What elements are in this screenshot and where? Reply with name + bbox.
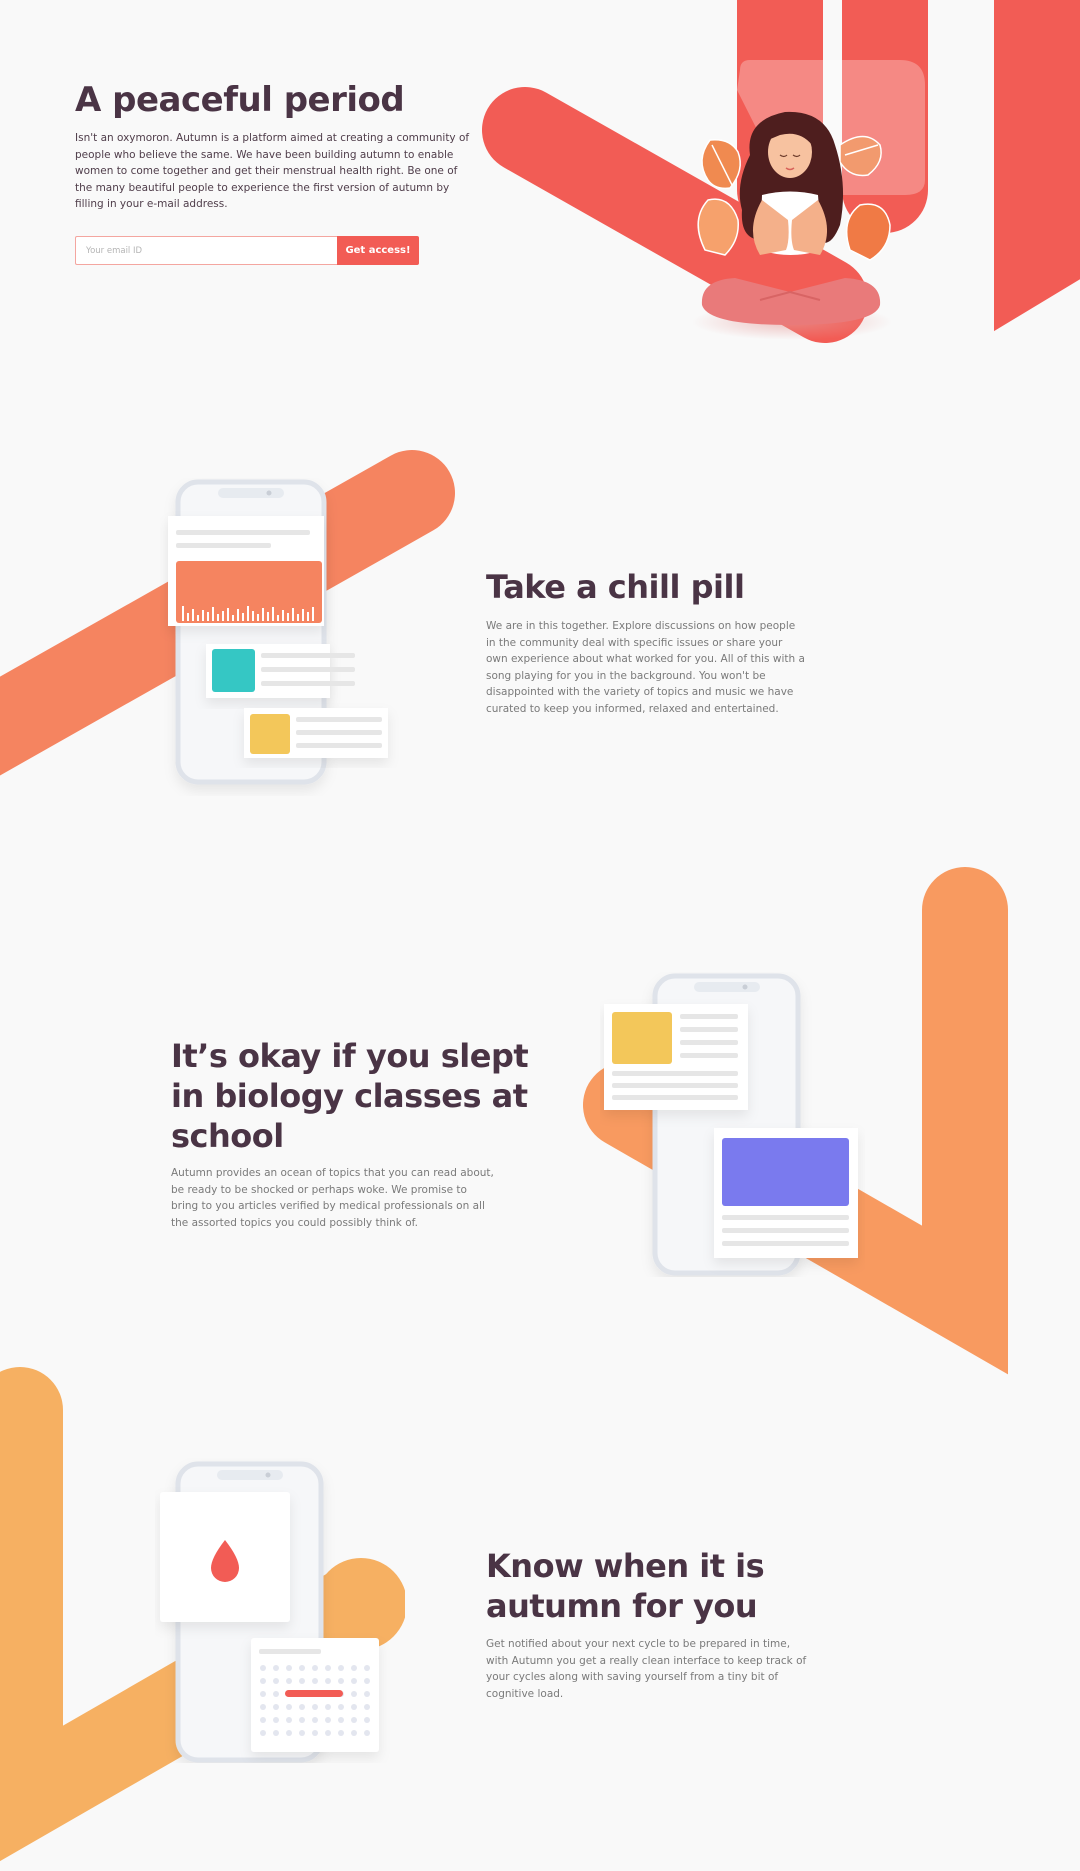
biology-description: Autumn provides an ocean of topics that … bbox=[171, 1167, 494, 1229]
get-access-button[interactable]: Get access! bbox=[337, 236, 419, 265]
leaf-left-top bbox=[701, 139, 741, 190]
leaf-right-top bbox=[839, 135, 882, 177]
signup-form: Get access! bbox=[75, 236, 419, 265]
calendar-phone-illustration bbox=[160, 1461, 405, 1763]
meditation-illustration bbox=[692, 111, 892, 340]
chat-phone-illustration bbox=[168, 479, 388, 785]
autumn-title: Know when it is autumn for you bbox=[486, 1547, 765, 1625]
autumn-description: Get notified about your next cycle to be… bbox=[486, 1638, 807, 1700]
email-input[interactable] bbox=[75, 236, 337, 265]
cycle-highlight bbox=[285, 1690, 343, 1697]
leaf-left-bottom bbox=[697, 198, 739, 256]
hero-title: A peaceful period bbox=[75, 80, 405, 120]
chill-title: Take a chill pill bbox=[486, 568, 745, 606]
articles-phone-illustration bbox=[604, 973, 858, 1276]
leaf-right-bottom bbox=[845, 203, 891, 261]
hero-description: Isn't an oxymoron. Autumn is a platform … bbox=[75, 132, 470, 210]
chill-description: We are in this together. Explore discuss… bbox=[486, 620, 805, 715]
biology-title: It’s okay if you slept in biology classe… bbox=[171, 1037, 529, 1155]
